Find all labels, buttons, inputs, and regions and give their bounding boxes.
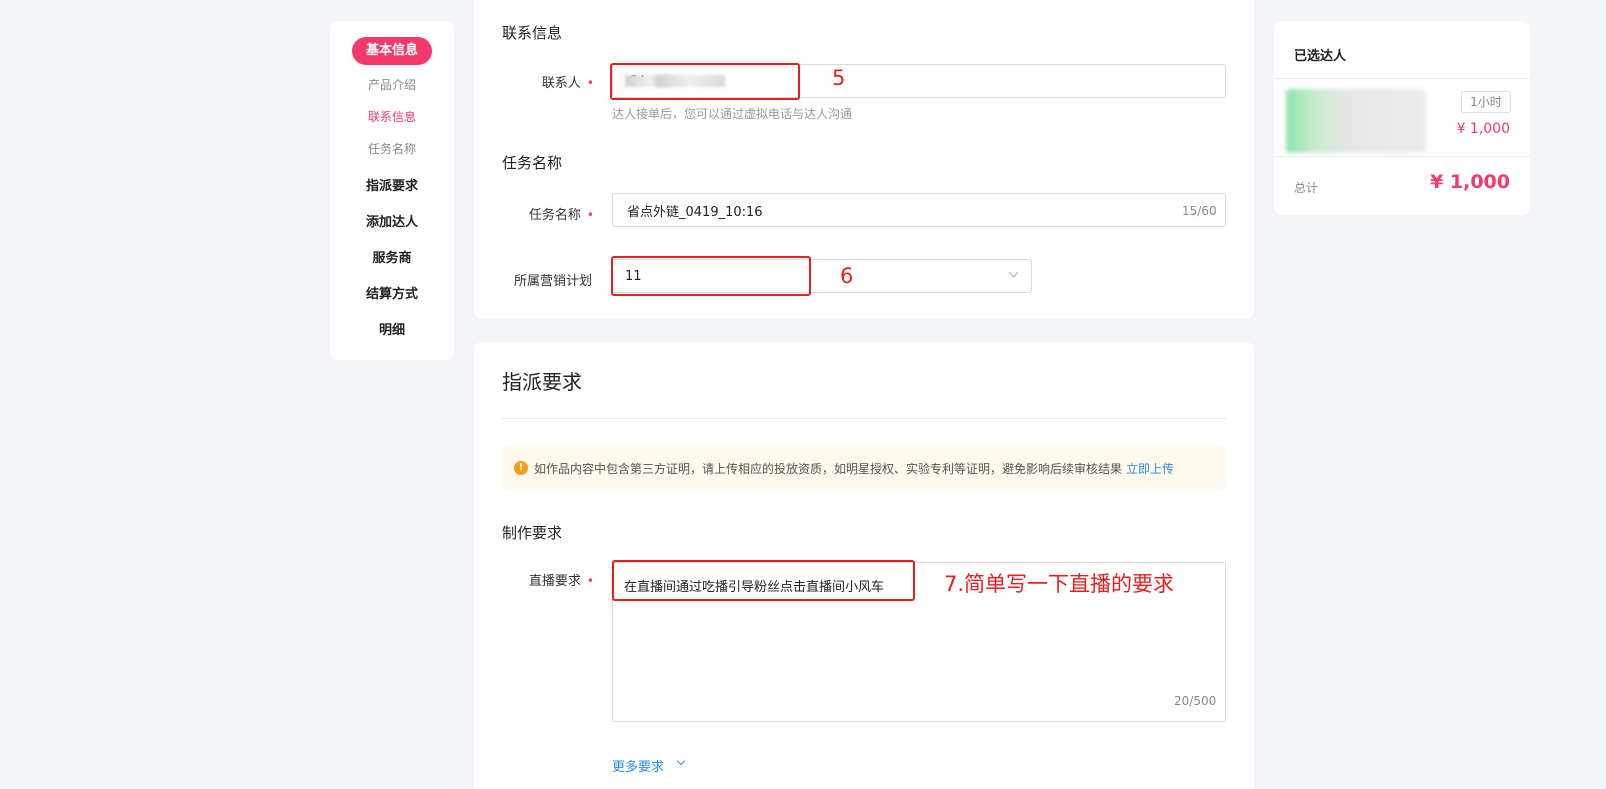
- notice-text: 如作品内容中包含第三方证明，请上传相应的投放资质，如明星授权、实验专利等证明，避…: [534, 461, 1123, 476]
- duration-tag: 1小时: [1461, 91, 1511, 113]
- selected-creators-title: 已选达人: [1294, 49, 1347, 64]
- total-price: ¥ 1,000: [1430, 171, 1510, 193]
- annotation-5: 5: [832, 66, 846, 90]
- more-requirements-label: 更多要求: [612, 760, 665, 775]
- section-divider: [502, 418, 1226, 419]
- nav-assign-requirements[interactable]: 指派要求: [330, 175, 454, 194]
- assign-requirements-card: 指派要求 ! 如作品内容中包含第三方证明，请上传相应的投放资质，如明星授权、实验…: [474, 342, 1254, 789]
- nav-sub-product-intro[interactable]: 产品介绍: [330, 76, 454, 93]
- basic-info-card: 联系信息 联系人• 64 5 达人接单后，您可以通过虚拟电话与达人沟通 任务名称…: [474, 0, 1254, 318]
- nav-details[interactable]: 明细: [330, 319, 454, 338]
- warning-icon: !: [514, 461, 528, 475]
- nav-add-creator[interactable]: 添加达人: [330, 211, 454, 230]
- assign-section-title: 指派要求: [502, 370, 582, 394]
- more-requirements-link[interactable]: 更多要求: [612, 756, 664, 775]
- nav-settlement[interactable]: 结算方式: [330, 283, 454, 302]
- task-name-input[interactable]: 省点外链_0419_10:16: [612, 193, 1226, 227]
- production-section-title: 制作要求: [502, 524, 563, 542]
- left-nav: 基本信息 产品介绍 联系信息 任务名称 指派要求 添加达人 服务商 结算方式 明…: [330, 21, 454, 360]
- contact-hint: 达人接单后，您可以通过虚拟电话与达人沟通: [612, 107, 853, 121]
- nav-sub-task-name[interactable]: 任务名称: [330, 140, 454, 157]
- live-requirement-count: 20/500: [1174, 694, 1217, 708]
- creator-price: ¥ 1,000: [1456, 121, 1510, 137]
- panel-divider: [1274, 156, 1530, 157]
- panel-divider: [1274, 78, 1530, 79]
- highlight-box-live: [612, 560, 915, 601]
- selected-creators-panel: 已选达人 1小时 ¥ 1,000 总计 ¥ 1,000: [1274, 21, 1530, 215]
- nav-sub-contact-info[interactable]: 联系信息: [330, 108, 454, 125]
- qualification-notice: ! 如作品内容中包含第三方证明，请上传相应的投放资质，如明星授权、实验专利等证明…: [502, 446, 1226, 490]
- task-name-label: 任务名称 •: [528, 208, 594, 223]
- plan-label: 所属营销计划: [513, 274, 592, 289]
- task-name-count: 15/60: [1182, 204, 1217, 218]
- nav-basic-info[interactable]: 基本信息: [352, 37, 432, 65]
- highlight-box-plan: [611, 256, 811, 296]
- contact-label: 联系人 •: [541, 76, 594, 91]
- task-name-value: 省点外链_0419_10:16: [627, 204, 763, 220]
- live-requirement-label: 直播要求 •: [528, 574, 594, 589]
- nav-service-provider[interactable]: 服务商: [330, 247, 454, 266]
- task-section-title: 任务名称: [502, 154, 563, 172]
- highlight-box-contact: [610, 63, 800, 100]
- annotation-7: 7.简单写一下直播的要求: [944, 572, 1175, 596]
- page: 基本信息 产品介绍 联系信息 任务名称 指派要求 添加达人 服务商 结算方式 明…: [0, 0, 1606, 789]
- creator-thumbnail: [1286, 89, 1426, 153]
- total-label: 总计: [1294, 181, 1319, 195]
- contact-section-title: 联系信息: [502, 24, 563, 42]
- upload-now-link[interactable]: 立即上传: [1126, 460, 1174, 477]
- annotation-6: 6: [840, 264, 854, 288]
- chevron-down-icon[interactable]: [676, 756, 686, 766]
